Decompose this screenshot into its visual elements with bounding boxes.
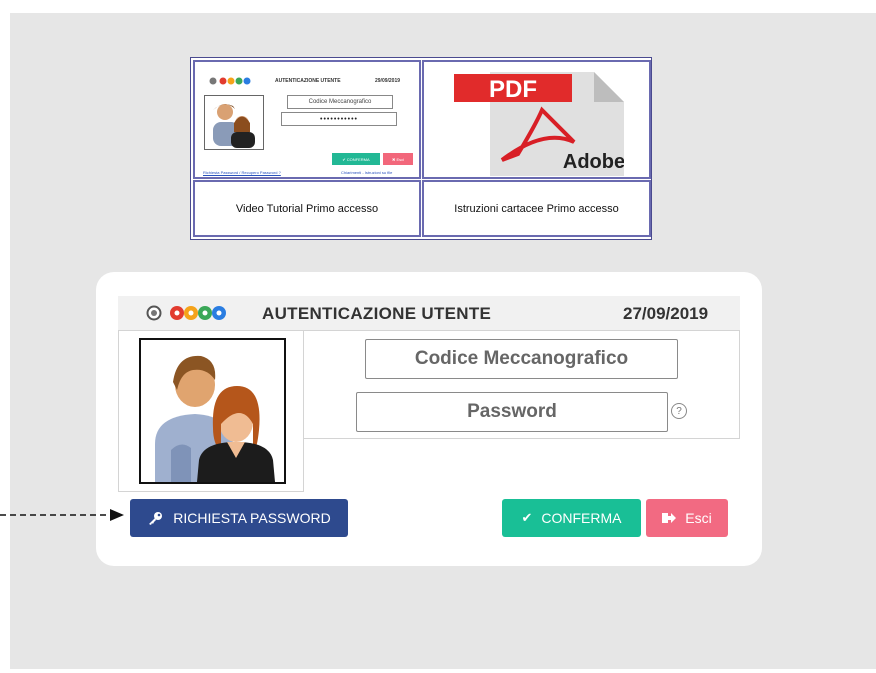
login-date: 27/09/2019 [623,304,709,323]
exit-button[interactable]: Esci [646,499,728,537]
mini-user-icon [213,104,255,148]
mini-logo-icon [209,77,251,85]
school-code-field[interactable]: Codice Meccanografico [365,339,678,379]
paper-instructions-link[interactable]: Istruzioni cartacee Primo accesso [422,180,651,237]
preview-avatar [204,95,264,150]
pdf-badge-text: PDF [489,76,537,103]
confirm-label: CONFERMA [541,510,622,526]
user-avatar-icon [155,355,275,482]
password-placeholder: Password [467,401,557,422]
preview-code-field: Codice Meccanografico [287,95,393,109]
check-icon: ✔ [521,510,533,525]
logo-icon [146,305,226,321]
login-header: AUTENTICAZIONE UTENTE 27/09/2019 [118,296,740,331]
resource-grid: AUTENTICAZIONE UTENTE 29/09/2019 Codice … [190,57,652,240]
exit-label: Esci [685,510,712,526]
preview-title: AUTENTICAZIONE UTENTE [275,78,341,84]
exit-icon [662,513,677,523]
pointer-arrow [0,509,124,521]
preview-request-link: Richiesta Password / Recupero Password ? [203,170,281,175]
preview-help-link: Chiarimenti - Istruzioni su file [341,170,393,175]
request-password-button[interactable]: RICHIESTA PASSWORD [130,499,348,537]
avatar [139,338,286,484]
preview-confirm-button: ✔ CONFERMA [332,153,380,165]
confirm-button[interactable]: ✔ CONFERMA [502,499,641,537]
school-code-placeholder: Codice Meccanografico [414,348,629,369]
video-tutorial-link[interactable]: Video Tutorial Primo accesso [193,180,421,237]
adobe-text: Adobe [563,151,624,173]
help-icon[interactable]: ? [671,403,687,419]
password-field[interactable]: Password [356,392,668,432]
video-preview-cell[interactable]: AUTENTICAZIONE UTENTE 29/09/2019 Codice … [193,60,421,179]
video-tutorial-label: Video Tutorial Primo accesso [235,202,379,215]
preview-exit-button: ✖ Esci [383,153,413,165]
paper-instructions-label: Istruzioni cartacee Primo accesso [454,202,619,215]
login-preview-thumbnail: AUTENTICAZIONE UTENTE 29/09/2019 Codice … [195,62,419,177]
request-password-label: RICHIESTA PASSWORD [173,510,331,526]
login-title: AUTENTICAZIONE UTENTE [262,304,492,323]
pdf-icon: PDF Adobe [454,72,624,176]
preview-date: 29/09/2019 [375,78,401,84]
key-icon [149,512,163,525]
pdf-preview-cell[interactable]: PDF Adobe [422,60,651,179]
preview-password-field: ••••••••••• [281,112,397,126]
